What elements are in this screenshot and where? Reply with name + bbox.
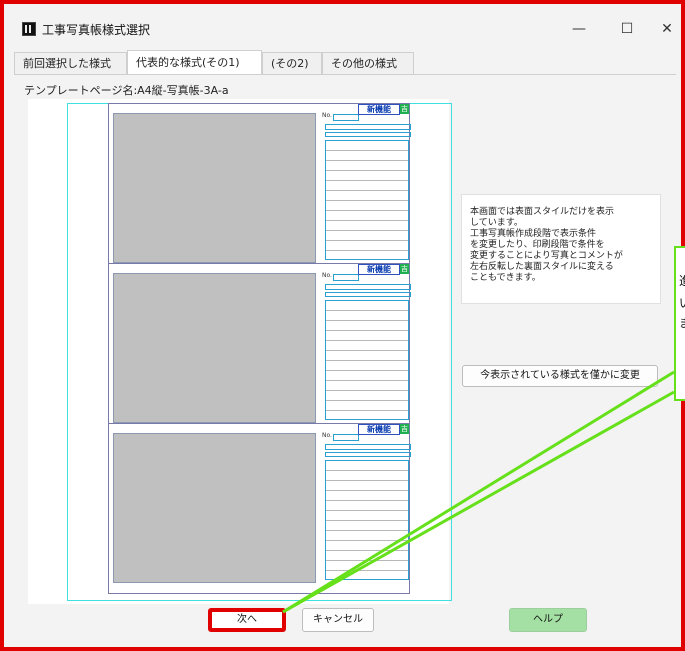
cancel-button[interactable]: キャンセル bbox=[302, 608, 374, 632]
minimize-button[interactable]: — bbox=[564, 16, 594, 42]
close-button[interactable]: ✕ bbox=[652, 16, 682, 42]
new-feature-stamp: 新機能 bbox=[358, 424, 400, 435]
number-label: No. bbox=[322, 432, 332, 439]
tab-strip: 前回選択した様式 代表的な様式(その1) (その2) その他の様式 bbox=[4, 50, 681, 75]
number-label: No. bbox=[322, 272, 332, 279]
callout-text-line: い bbox=[679, 294, 685, 311]
photo-placeholder bbox=[113, 273, 316, 423]
callout-text-line: 進 bbox=[679, 272, 685, 289]
info-text: 本画面では表面スタイルだけを表示 しています。 工事写真帳作成段階で表示条件 を… bbox=[461, 194, 661, 304]
comment-lines bbox=[325, 460, 409, 580]
callout-text-line: ま bbox=[679, 314, 685, 331]
title-field bbox=[325, 444, 411, 450]
photo-row: No. 新機能 吉 bbox=[109, 424, 411, 584]
tab-representative-1[interactable]: 代表的な様式(その1) bbox=[127, 50, 262, 75]
photo-row: No. 新機能 吉 bbox=[109, 104, 411, 264]
photo-placeholder bbox=[113, 113, 316, 263]
maximize-button[interactable]: ☐ bbox=[612, 16, 642, 42]
comment-lines bbox=[325, 140, 409, 260]
app-icon bbox=[22, 22, 36, 36]
subtitle-field bbox=[325, 452, 411, 457]
photo-row: No. 新機能 吉 bbox=[109, 264, 411, 424]
subtitle-field bbox=[325, 292, 411, 297]
subtitle-field bbox=[325, 132, 411, 137]
green-stamp: 吉 bbox=[400, 104, 409, 114]
comment-lines bbox=[325, 300, 409, 420]
title-field bbox=[325, 124, 411, 130]
new-feature-stamp: 新機能 bbox=[358, 104, 400, 115]
new-feature-stamp: 新機能 bbox=[358, 264, 400, 275]
green-stamp: 吉 bbox=[400, 264, 409, 274]
title-bar: 工事写真帳様式選択 — ☐ ✕ bbox=[4, 4, 681, 48]
template-name-label: テンプレートページ名:A4縦-写真帳-3A-a bbox=[24, 84, 229, 97]
number-field bbox=[333, 114, 359, 121]
next-button[interactable]: 次へ bbox=[208, 608, 286, 632]
modify-style-button[interactable]: 今表示されている様式を僅かに変更 bbox=[462, 365, 658, 387]
number-field bbox=[333, 434, 359, 441]
title-field bbox=[325, 284, 411, 290]
tab-previous-style[interactable]: 前回選択した様式 bbox=[14, 52, 127, 74]
window-title: 工事写真帳様式選択 bbox=[42, 23, 151, 37]
tab-other-styles[interactable]: その他の様式 bbox=[322, 52, 414, 74]
green-stamp: 吉 bbox=[400, 424, 409, 434]
number-field bbox=[333, 274, 359, 281]
help-button[interactable]: ヘルプ bbox=[509, 608, 587, 632]
annotation-callout: 進 い ま bbox=[674, 246, 685, 401]
number-label: No. bbox=[322, 112, 332, 119]
preview-sheet: No. 新機能 吉 No. 新機能 吉 No. 新機能 吉 bbox=[108, 103, 411, 594]
dialog-window: 工事写真帳様式選択 — ☐ ✕ 前回選択した様式 代表的な様式(その1) (その… bbox=[4, 4, 681, 647]
button-bar: 次へ キャンセル ヘルプ bbox=[14, 608, 676, 644]
template-preview: No. 新機能 吉 No. 新機能 吉 No. 新機能 吉 bbox=[28, 99, 452, 604]
tab-representative-2[interactable]: (その2) bbox=[262, 52, 322, 74]
photo-placeholder bbox=[113, 433, 316, 583]
